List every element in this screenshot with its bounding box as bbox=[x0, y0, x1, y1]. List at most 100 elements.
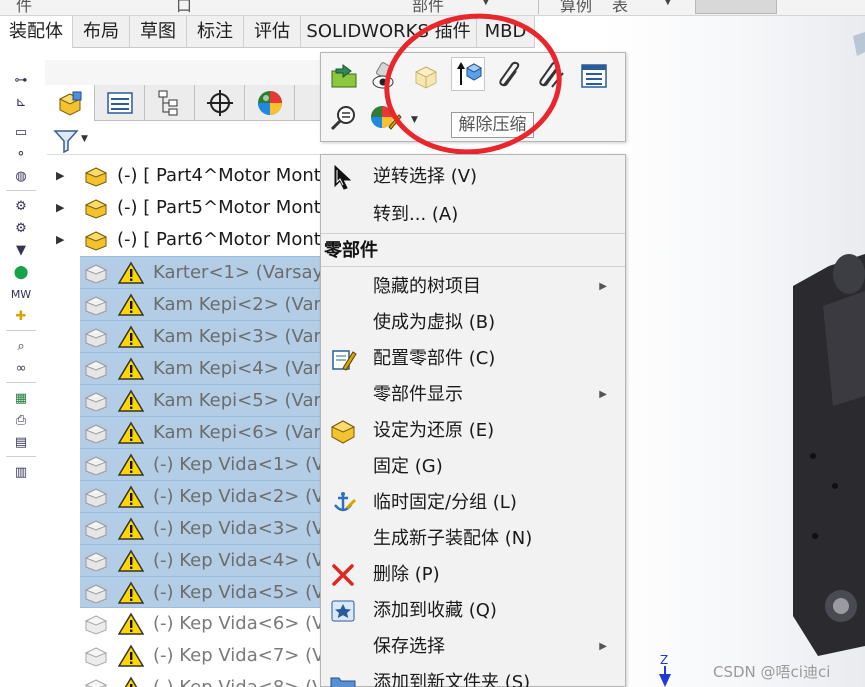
tab-layout[interactable]: 布局 bbox=[73, 16, 130, 48]
tree-row-selected[interactable]: (-) Kep Vida<2> (Va bbox=[80, 480, 320, 512]
chart-icon[interactable]: ▤ bbox=[10, 434, 32, 452]
filter-dropdown-arrow-icon[interactable]: ▼ bbox=[81, 134, 88, 144]
tree-row[interactable]: (-) Kep Vida<8> (Va bbox=[80, 672, 320, 687]
tab-display-manager[interactable] bbox=[245, 85, 295, 121]
tree-row-label: (-) Kep Vida<2> (Va bbox=[153, 486, 320, 507]
sensor-icon[interactable]: ⊶ bbox=[10, 72, 32, 90]
expand-arrow-icon[interactable]: ▶ bbox=[56, 192, 64, 224]
tab-dimxpert[interactable] bbox=[195, 85, 245, 121]
warning-icon bbox=[118, 325, 144, 348]
tab-assembly[interactable]: 装配体 bbox=[0, 16, 73, 48]
tree-row-selected[interactable]: Kam Kepi<3> (Vars bbox=[80, 320, 320, 352]
spring-icon[interactable]: MW bbox=[10, 286, 32, 304]
excel-icon[interactable]: ▦ bbox=[10, 390, 32, 408]
assembly-tree-icon bbox=[58, 91, 81, 116]
tree-row-selected[interactable]: (-) Kep Vida<4> (Va bbox=[80, 544, 320, 576]
tree-row[interactable]: (-) Kep Vida<6> (Va bbox=[80, 608, 320, 640]
warning-icon bbox=[118, 644, 144, 667]
zoom-to-selection-button[interactable] bbox=[327, 101, 361, 135]
panel-header-strip bbox=[45, 60, 330, 85]
top-input-box[interactable] bbox=[695, 0, 777, 14]
cursor-icon bbox=[334, 164, 352, 190]
tree-row-selected[interactable]: (-) Kep Vida<5> (Va bbox=[80, 576, 320, 608]
tab-configuration-manager[interactable] bbox=[145, 85, 195, 121]
tab-markup[interactable]: 标注 bbox=[187, 16, 244, 48]
tab-feature-tree[interactable] bbox=[45, 85, 95, 121]
menu-item-label: 使成为虚拟 (B) bbox=[373, 312, 496, 333]
suppressed-part-icon bbox=[84, 647, 108, 667]
display-icon[interactable]: ▭ bbox=[10, 124, 32, 142]
tree-row-selected[interactable]: (-) Kep Vida<1> (Va bbox=[80, 448, 320, 480]
gear-icon[interactable]: ⚙ bbox=[10, 220, 32, 238]
tree-row-label: (-) Kep Vida<3> (Va bbox=[153, 518, 320, 539]
hierarchy-icon[interactable]: ⚬ bbox=[10, 146, 32, 164]
divider bbox=[6, 330, 36, 331]
tree-row[interactable]: ▶ (-) [ Part5^Motor Mont bbox=[50, 192, 320, 224]
model-hole bbox=[812, 533, 818, 539]
binoculars-icon[interactable]: ∞ bbox=[10, 360, 32, 378]
suppressed-part-icon bbox=[84, 520, 108, 540]
menu-item-hidden-tree-items[interactable]: 隐藏的树项目 ▶ bbox=[321, 269, 625, 305]
model-cylinder bbox=[833, 254, 865, 294]
top-label-3[interactable]: 部件 bbox=[412, 0, 444, 15]
dropdown-arrow-icon[interactable]: ▼ bbox=[664, 0, 672, 7]
expand-arrow-icon[interactable]: ▶ bbox=[56, 160, 64, 192]
tab-evaluate[interactable]: 评估 bbox=[244, 16, 301, 48]
z-axis-label: Z bbox=[660, 653, 668, 667]
print-icon[interactable]: ⎙ bbox=[10, 412, 32, 430]
top-label-4[interactable]: 算例 bbox=[560, 0, 592, 15]
menu-item-add-to-new-folder[interactable]: 添加到新文件夹 (S) bbox=[321, 665, 625, 687]
menu-item-temp-fix-group[interactable]: 临时固定/分组 (L) bbox=[321, 485, 625, 521]
report-icon[interactable]: ▥ bbox=[10, 464, 32, 482]
open-part-button[interactable] bbox=[327, 59, 361, 93]
tree-row-selected[interactable]: (-) Kep Vida<3> (Va bbox=[80, 512, 320, 544]
tree-row-selected[interactable]: Kam Kepi<5> (Vars bbox=[80, 384, 320, 416]
dropdown-arrow-icon[interactable]: ▼ bbox=[482, 0, 490, 7]
tree-row-label: (-) Kep Vida<1> (Va bbox=[153, 454, 320, 475]
menu-item-configure-component[interactable]: 配置零部件 (C) bbox=[321, 341, 625, 377]
properties-button[interactable] bbox=[577, 59, 611, 93]
menu-item-delete[interactable]: 删除 (P) bbox=[321, 557, 625, 593]
warning-icon bbox=[118, 261, 144, 284]
suppressed-part-icon bbox=[84, 296, 108, 316]
menu-item-make-virtual[interactable]: 使成为虚拟 (B) bbox=[321, 305, 625, 341]
filter-icon[interactable] bbox=[53, 128, 79, 154]
tree-row[interactable]: ▶ (-) [ Part4^Motor Mont bbox=[50, 160, 320, 192]
menu-item-add-to-favorites[interactable]: 添加到收藏 (Q) bbox=[321, 593, 625, 629]
tab-sketch[interactable]: 草图 bbox=[130, 16, 187, 48]
tree-row-label: (-) [ Part4^Motor Mont bbox=[117, 165, 320, 186]
menu-item-invert-selection[interactable]: 逆转选择 (V) bbox=[321, 159, 625, 195]
settings-icon[interactable]: ⚙ bbox=[10, 198, 32, 216]
graphics-area[interactable]: Z bbox=[603, 16, 865, 687]
tree-row-selected[interactable]: Kam Kepi<4> (Vars bbox=[80, 352, 320, 384]
menu-item-component-display[interactable]: 零部件显示 ▶ bbox=[321, 377, 625, 413]
tree-row[interactable]: (-) Kep Vida<7> (Va bbox=[80, 640, 320, 672]
tab-property-manager[interactable] bbox=[95, 85, 145, 121]
tree-row-selected[interactable]: Kam Kepi<2> (Vars bbox=[80, 288, 320, 320]
menu-item-fix[interactable]: 固定 (G) bbox=[321, 449, 625, 485]
menu-item-goto[interactable]: 转到... (A) bbox=[321, 197, 625, 233]
suppressed-part-icon bbox=[84, 584, 108, 604]
menu-item-save-selection[interactable]: 保存选择 ▶ bbox=[321, 629, 625, 665]
warning-icon bbox=[124, 676, 138, 687]
hopper-icon[interactable]: ▼ bbox=[10, 242, 32, 260]
divider bbox=[47, 154, 322, 155]
location-pin-icon[interactable]: ⬤ bbox=[10, 264, 32, 282]
appearance-ball-icon bbox=[257, 91, 282, 115]
menu-item-set-resolved[interactable]: 设定为还原 (E) bbox=[321, 413, 625, 449]
expand-arrow-icon[interactable]: ▶ bbox=[56, 224, 64, 256]
tree-row-selected[interactable]: Karter<1> (Varsayıl bbox=[80, 256, 320, 288]
menu-item-label: 转到... (A) bbox=[373, 204, 459, 225]
model-hole bbox=[810, 453, 816, 459]
search-icon[interactable]: ⌕ bbox=[10, 338, 32, 356]
menu-item-label: 添加到收藏 (Q) bbox=[373, 600, 497, 621]
tree-row-label: (-) [ Part6^Motor Mont bbox=[117, 229, 320, 250]
tree-row[interactable]: ▶ (-) [ Part6^Motor Mont bbox=[50, 224, 320, 256]
globe-icon[interactable]: ◍ bbox=[10, 168, 32, 186]
menu-item-new-subassembly[interactable]: 生成新子装配体 (N) bbox=[321, 521, 625, 557]
top-label-5[interactable]: 表 bbox=[612, 0, 628, 15]
tree-row-label: (-) Kep Vida<4> (Va bbox=[153, 550, 320, 571]
annotation-icon[interactable]: ⊾ bbox=[10, 94, 32, 112]
tree-row-selected[interactable]: Kam Kepi<6> (Vars bbox=[80, 416, 320, 448]
plus-icon[interactable]: ✚ bbox=[10, 308, 32, 326]
